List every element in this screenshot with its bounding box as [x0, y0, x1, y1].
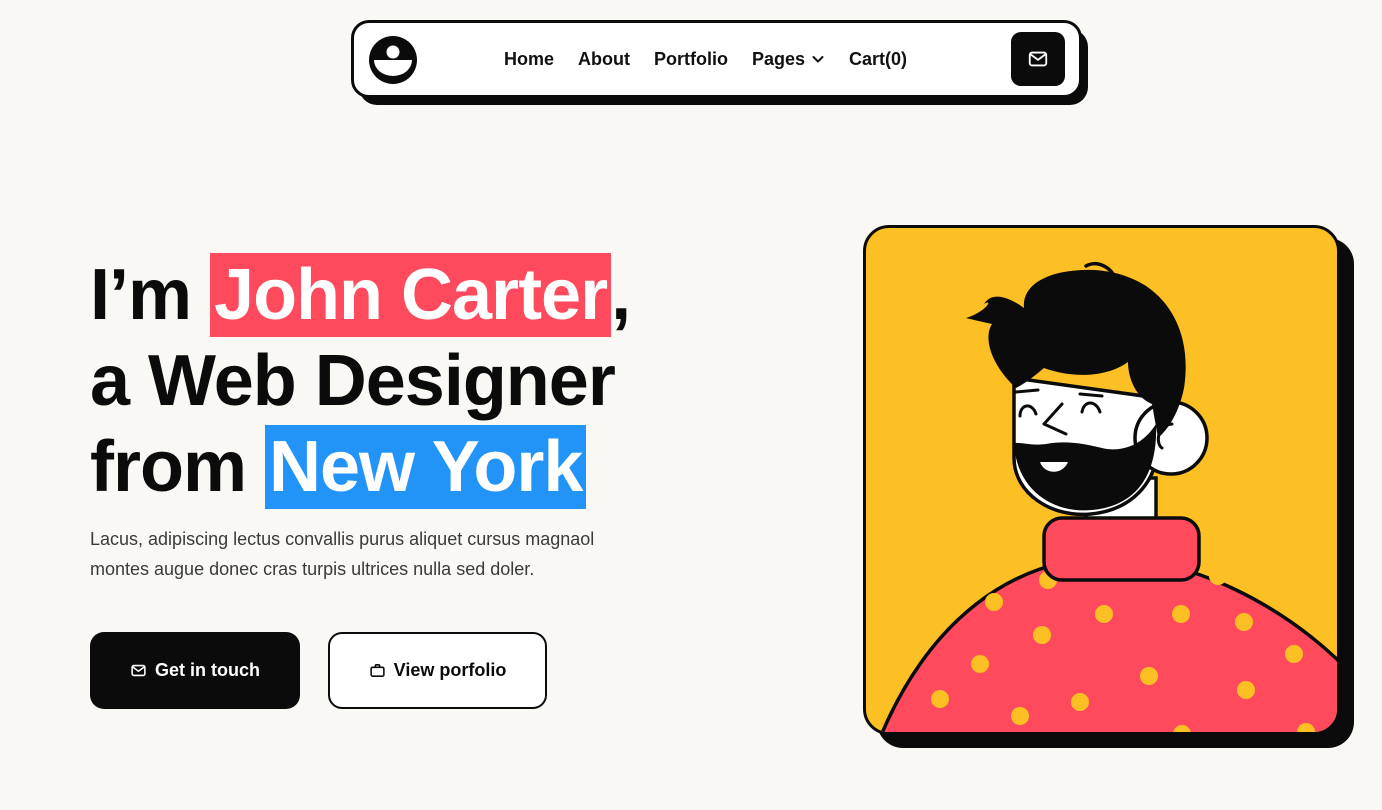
view-portfolio-label: View porfolio [393, 660, 507, 680]
hero-description-line-2: montes augue donec cras turpis ultrices … [90, 559, 535, 579]
chevron-down-icon [812, 56, 824, 63]
name-highlight: John Carter [210, 253, 612, 337]
mail-button[interactable] [1011, 32, 1065, 86]
nav-portfolio[interactable]: Portfolio [654, 49, 728, 70]
hero-prefix: I’m [90, 255, 211, 335]
get-in-touch-button[interactable]: Get in touch [90, 632, 300, 709]
bearded-man-illustration [880, 261, 1337, 732]
nav-cart[interactable]: Cart(0) [849, 49, 907, 70]
view-portfolio-button[interactable]: View porfolio [328, 632, 547, 709]
hero-line-1: I’m John Carter, [90, 252, 631, 338]
hero-comma: , [611, 255, 631, 335]
hero-description: Lacus, adipiscing lectus convallis purus… [90, 524, 650, 584]
mail-icon [131, 664, 146, 677]
nav-pages[interactable]: Pages [752, 49, 825, 70]
hero-heading: I’m John Carter, a Web Designer from New… [90, 252, 631, 510]
get-in-touch-label: Get in touch [155, 660, 260, 680]
briefcase-icon [370, 664, 385, 677]
nav-pages-label: Pages [752, 48, 806, 69]
nav-home[interactable]: Home [504, 49, 554, 70]
nav-about[interactable]: About [578, 49, 630, 70]
navbar: Home About Portfolio Pages Cart(0) [351, 20, 1082, 98]
hero-line-2: a Web Designer [90, 341, 616, 421]
nav-links: Home About Portfolio Pages Cart(0) [504, 23, 907, 95]
hero-description-line-1: Lacus, adipiscing lectus convallis purus… [90, 529, 595, 549]
hero-from: from [90, 427, 265, 507]
city-highlight: New York [265, 425, 587, 509]
hero-line-3: from New York [90, 424, 630, 510]
mail-icon [1028, 51, 1048, 67]
illustration-card [863, 225, 1340, 735]
smiling-face-logo[interactable] [368, 35, 418, 85]
